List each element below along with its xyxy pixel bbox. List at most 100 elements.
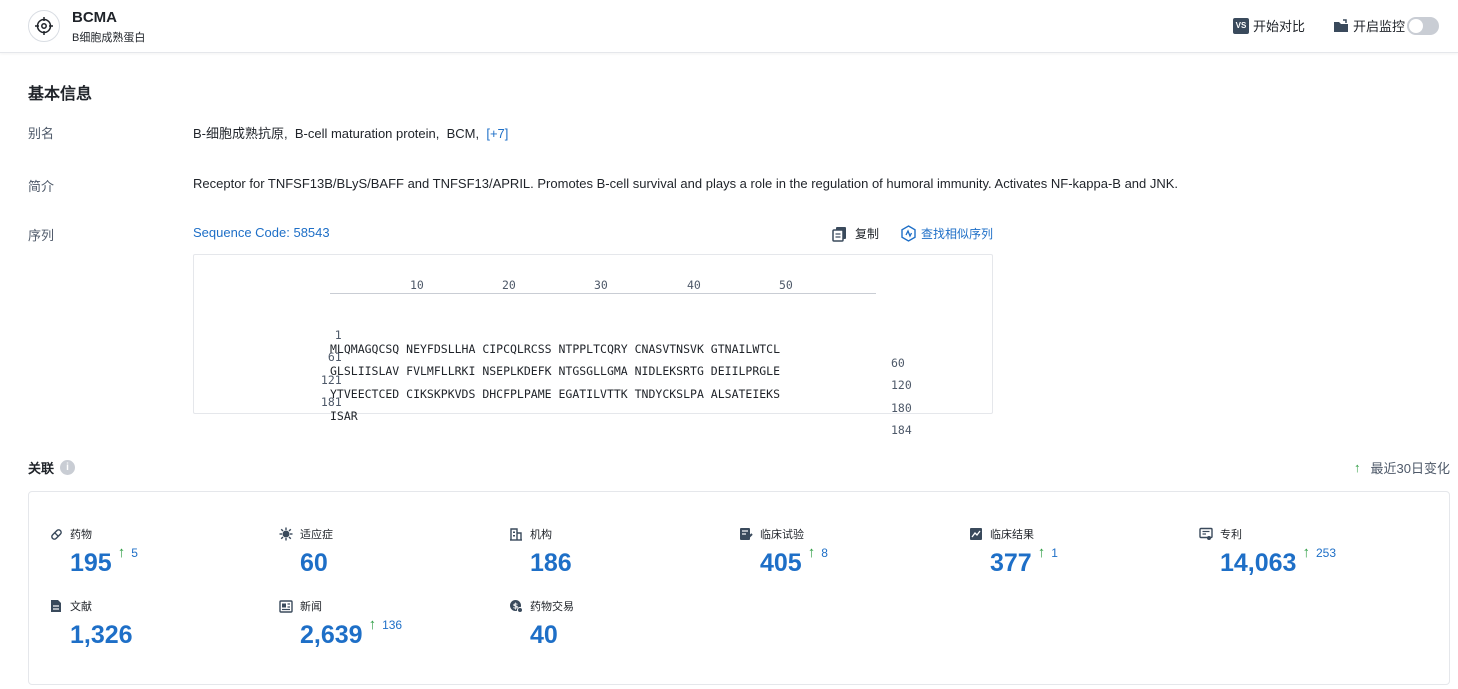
clipboard-edit-icon <box>739 527 753 541</box>
compare-button[interactable]: VS 开始对比 <box>1233 16 1305 35</box>
pill-icon <box>49 527 63 541</box>
virus-icon <box>279 527 293 541</box>
stat-organization[interactable]: 机构 186 <box>509 526 572 577</box>
monitor-label: 开启监控 <box>1353 19 1406 34</box>
monitor-icon <box>1333 18 1349 33</box>
alias-item: B-细胞成熟抗原, <box>193 126 288 141</box>
stat-label: 机构 <box>530 529 552 541</box>
related-title: 关联 i <box>28 458 76 477</box>
stat-label: 文献 <box>70 601 92 613</box>
ruler-tick: 10 <box>410 278 424 292</box>
ruler-tick: 50 <box>779 278 793 292</box>
stat-value[interactable]: 405 <box>760 549 802 577</box>
stat-delta: 1 <box>1051 546 1058 560</box>
arrow-up-icon: ↑ <box>1354 460 1361 475</box>
sequence-residues: YTVEECTCED CIKSKPKVDS DHCFPLPAME EGATILV… <box>330 387 781 401</box>
basic-info-title: 基本信息 <box>28 86 93 103</box>
alias-item: B-cell maturation protein, <box>294 126 440 141</box>
sequence-start: 121 <box>320 373 342 387</box>
compare-label: 开始对比 <box>1253 19 1306 34</box>
page-header: BCMA B细胞成熟蛋白 VS 开始对比 开启监控 <box>0 0 1458 53</box>
target-icon <box>28 10 60 42</box>
sequence-row: 121 YTVEECTCED CIKSKPKVDS DHCFPLPAME EGA… <box>194 359 912 415</box>
vs-icon: VS <box>1233 17 1249 34</box>
stat-value[interactable]: 14,063 <box>1220 549 1296 577</box>
stat-label: 药物交易 <box>530 601 574 613</box>
newspaper-icon <box>279 599 293 613</box>
summary-label: 简介 <box>28 179 55 194</box>
arrow-up-icon: ↑ <box>1302 544 1310 561</box>
stat-news[interactable]: 新闻 2,639 ↑ 136 <box>279 598 402 649</box>
arrow-up-icon: ↑ <box>117 544 126 561</box>
stat-value[interactable]: 60 <box>300 549 328 577</box>
stat-patent[interactable]: 专利 14,063 ↑ 253 <box>1199 526 1336 577</box>
stat-delta: 8 <box>821 546 828 560</box>
change-note-text: 最近30日变化 <box>1370 461 1450 476</box>
monitor-control[interactable]: 开启监控 <box>1333 16 1440 35</box>
change-note: ↑ 最近30日变化 <box>1354 458 1450 477</box>
stat-indication[interactable]: 适应症 60 <box>279 526 333 577</box>
stat-delta: 253 <box>1315 546 1336 560</box>
document-icon <box>49 599 63 613</box>
monitor-toggle[interactable] <box>1407 16 1440 35</box>
stat-delta: 5 <box>131 546 138 560</box>
stat-drug[interactable]: 药物 195 ↑ 5 <box>49 526 138 577</box>
stat-label: 专利 <box>1220 529 1242 541</box>
related-stats: 药物 195 ↑ 5 适应症 60 机构 186 临床试验 405 ↑ 8 临床… <box>28 491 1450 685</box>
sequence-residues: ISAR <box>330 409 358 423</box>
stat-value[interactable]: 1,326 <box>70 621 133 649</box>
stat-label: 适应症 <box>300 529 333 541</box>
deal-icon: $ <box>509 599 523 613</box>
stat-label: 临床试验 <box>760 529 804 541</box>
sequence-start: 181 <box>320 395 342 409</box>
sequence-row: 61 GLSLIISLAV FVLMFLLRKI NSEPLKDEFK NTGS… <box>194 336 912 392</box>
similar-sequence-icon <box>900 225 917 242</box>
sequence-viewer: 10 20 30 40 50 1 MLQMAGQCSQ NEYFDSLLHA C… <box>193 254 993 437</box>
sequence-label: 序列 <box>28 228 55 243</box>
sequence-code-link[interactable]: Sequence Code: 58543 <box>193 225 330 240</box>
related-title-text: 关联 <box>28 461 55 476</box>
stat-clinical-trial[interactable]: 临床试验 405 ↑ 8 <box>739 526 828 577</box>
copy-button[interactable]: 复制 <box>832 225 879 242</box>
stat-drug-deal[interactable]: $ 药物交易 40 <box>509 598 574 649</box>
ruler-tick: 20 <box>502 278 516 292</box>
copy-label: 复制 <box>855 227 880 241</box>
search-similar-label: 查找相似序列 <box>921 227 994 241</box>
stat-value[interactable]: 2,639 <box>300 621 363 649</box>
ruler-tick: 30 <box>594 278 608 292</box>
stat-value[interactable]: 195 <box>70 549 112 577</box>
arrow-up-icon: ↑ <box>1037 544 1046 561</box>
stat-literature[interactable]: 文献 1,326 <box>49 598 133 649</box>
ruler-line <box>330 293 876 294</box>
summary-text: Receptor for TNFSF13B/BLyS/BAFF and TNFS… <box>193 176 1179 191</box>
stat-delta: 136 <box>382 618 403 632</box>
alias-item: BCM, <box>446 126 480 141</box>
sequence-row: 1 MLQMAGQCSQ NEYFDSLLHA CIPCQLRCSS NTPPL… <box>194 314 905 370</box>
building-icon <box>509 527 523 541</box>
sequence-end: 184 <box>891 423 912 437</box>
info-icon[interactable]: i <box>60 460 76 475</box>
alias-values: B-细胞成熟抗原, B-cell maturation protein, BCM… <box>193 123 508 142</box>
patent-icon <box>1199 527 1213 541</box>
page-subtitle: B细胞成熟蛋白 <box>72 32 146 44</box>
sequence-residues: GLSLIISLAV FVLMFLLRKI NSEPLKDEFK NTGSGLL… <box>330 364 781 378</box>
stat-label: 药物 <box>70 529 92 541</box>
sequence-start: 61 <box>327 350 342 364</box>
arrow-up-icon: ↑ <box>807 544 816 561</box>
alias-label: 别名 <box>28 126 55 141</box>
sequence-end: 180 <box>891 401 912 415</box>
stat-label: 新闻 <box>300 601 322 613</box>
sequence-end: 120 <box>891 378 912 392</box>
stat-value[interactable]: 40 <box>530 621 558 649</box>
sequence-row: 181 ISAR 184 <box>194 381 912 437</box>
sequence-residues: MLQMAGQCSQ NEYFDSLLHA CIPCQLRCSS NTPPLTC… <box>330 342 781 356</box>
arrow-up-icon: ↑ <box>368 616 377 633</box>
stat-clinical-result[interactable]: 临床结果 377 ↑ 1 <box>969 526 1058 577</box>
stat-value[interactable]: 186 <box>530 549 572 577</box>
search-similar-button[interactable]: 查找相似序列 <box>900 225 993 242</box>
ruler-tick: 40 <box>687 278 701 292</box>
copy-icon <box>832 226 848 242</box>
stat-value[interactable]: 377 <box>990 549 1032 577</box>
sequence-end: 60 <box>891 356 905 370</box>
alias-more-link[interactable]: [+7] <box>486 126 508 141</box>
